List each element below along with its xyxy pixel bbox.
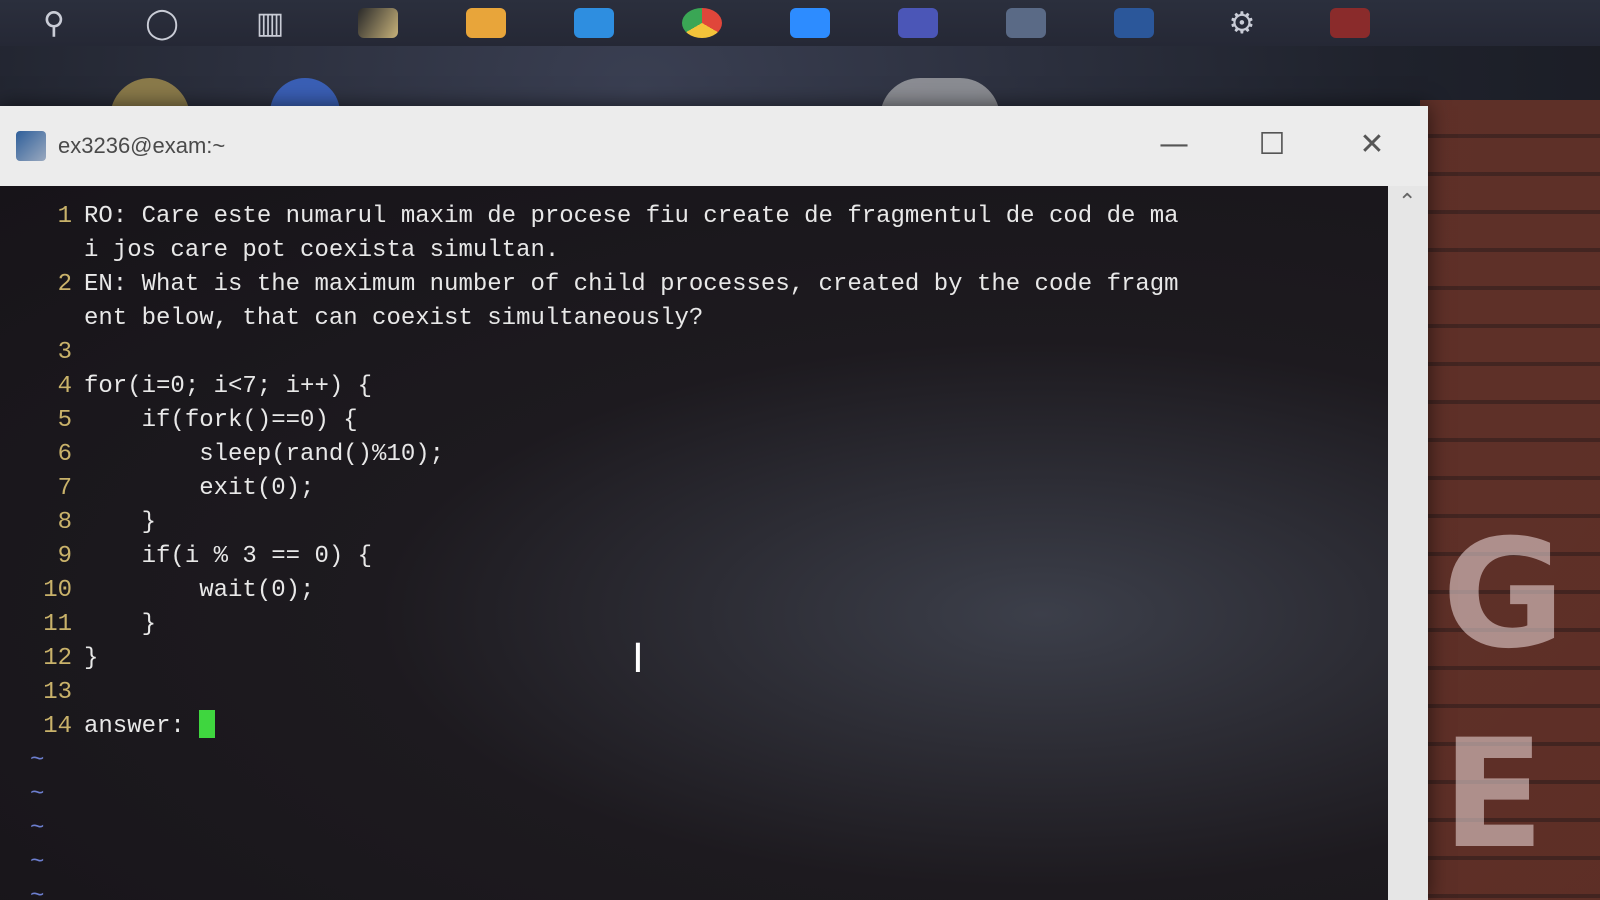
terminal-line: 7 exit(0); bbox=[30, 472, 1380, 506]
line-number bbox=[30, 234, 72, 268]
line-number: 11 bbox=[43, 611, 72, 638]
putty-icon bbox=[16, 131, 46, 161]
neon-sign-decoration: G bbox=[1442, 508, 1566, 682]
close-button[interactable]: ✕ bbox=[1344, 122, 1400, 166]
terminal-line: 2 EN: What is the maximum number of child… bbox=[30, 268, 1380, 302]
line-text: i jos care pot coexista simultan. bbox=[84, 237, 560, 264]
line-number bbox=[30, 302, 72, 336]
line-number: 10 bbox=[43, 577, 72, 604]
scroll-up-arrow-icon[interactable]: ⌃ bbox=[1398, 190, 1416, 215]
tilde-marker: ~ bbox=[30, 815, 45, 842]
terminal-window: ex3236@exam:~ — ☐ ✕ 1 RO: Care este numar… bbox=[0, 106, 1428, 900]
terminal-line: 8 } bbox=[30, 506, 1380, 540]
terminal-line: 10 wait(0); bbox=[30, 574, 1380, 608]
empty-line-tilde: ~ bbox=[30, 846, 1380, 880]
tilde-marker: ~ bbox=[30, 747, 45, 774]
line-number: 6 bbox=[57, 441, 72, 468]
line-number: 8 bbox=[57, 509, 72, 536]
taskbar: ⚲ ◯ ▥ ⚙ bbox=[0, 0, 1600, 46]
line-text: exit(0); bbox=[84, 475, 315, 502]
line-number: 5 bbox=[57, 407, 72, 434]
line-text: answer: bbox=[84, 713, 200, 740]
neon-sign-decoration-2: E bbox=[1442, 708, 1545, 882]
line-text: ent below, that can coexist simultaneous… bbox=[84, 305, 704, 332]
title-bar[interactable]: ex3236@exam:~ — ☐ ✕ bbox=[0, 106, 1428, 186]
line-text: wait(0); bbox=[84, 577, 315, 604]
outlook-icon[interactable] bbox=[540, 0, 648, 46]
line-text: } bbox=[84, 645, 99, 672]
line-text: } bbox=[84, 509, 157, 536]
terminal-line: 5 if(fork()==0) { bbox=[30, 404, 1380, 438]
file-explorer-icon[interactable] bbox=[432, 0, 540, 46]
input-cursor[interactable] bbox=[199, 710, 216, 738]
search-icon[interactable]: ⚲ bbox=[0, 0, 108, 46]
task-view-icon[interactable]: ▥ bbox=[216, 0, 324, 46]
terminal-line: 4 for(i=0; i<7; i++) { bbox=[30, 370, 1380, 404]
line-text: if(i % 3 == 0) { bbox=[84, 543, 373, 570]
empty-line-tilde: ~ bbox=[30, 880, 1380, 900]
settings-icon[interactable]: ⚙ bbox=[1188, 0, 1296, 46]
terminal-line: 13 bbox=[30, 676, 1380, 710]
terminal-line: 11 } bbox=[30, 608, 1380, 642]
line-number: 12 bbox=[43, 645, 72, 672]
terminal-content: 1 RO: Care este numarul maxim de procese … bbox=[30, 200, 1380, 900]
terminal-area[interactable]: 1 RO: Care este numarul maxim de procese … bbox=[0, 186, 1388, 900]
line-text: EN: What is the maximum number of child … bbox=[84, 271, 1179, 298]
teams-icon[interactable] bbox=[864, 0, 972, 46]
tilde-marker: ~ bbox=[30, 849, 45, 876]
line-text: if(fork()==0) { bbox=[84, 407, 358, 434]
window-title: ex3236@exam:~ bbox=[58, 133, 226, 158]
terminal-line: 6 sleep(rand()%10); bbox=[30, 438, 1380, 472]
empty-line-tilde: ~ bbox=[30, 812, 1380, 846]
line-number: 14 bbox=[43, 713, 72, 740]
line-number: 2 bbox=[57, 271, 72, 298]
terminal-line: 14 answer: bbox=[30, 710, 1380, 744]
tilde-marker: ~ bbox=[30, 883, 45, 900]
maximize-button[interactable]: ☐ bbox=[1244, 122, 1300, 166]
line-number: 9 bbox=[57, 543, 72, 570]
line-number: 3 bbox=[57, 339, 72, 366]
minimize-button[interactable]: — bbox=[1146, 122, 1202, 166]
line-text: for(i=0; i<7; i++) { bbox=[84, 373, 373, 400]
line-text: sleep(rand()%10); bbox=[84, 441, 445, 468]
app-icon-2[interactable] bbox=[1296, 0, 1404, 46]
terminal-line: 1 RO: Care este numarul maxim de procese … bbox=[30, 200, 1380, 234]
terminal-line: 3 bbox=[30, 336, 1380, 370]
chrome-icon[interactable] bbox=[648, 0, 756, 46]
terminal-line: i jos care pot coexista simultan. bbox=[30, 234, 1380, 268]
line-number: 7 bbox=[57, 475, 72, 502]
cortana-icon[interactable]: ◯ bbox=[108, 0, 216, 46]
network-icon[interactable] bbox=[972, 0, 1080, 46]
line-text: } bbox=[84, 611, 157, 638]
empty-line-tilde: ~ bbox=[30, 778, 1380, 812]
tilde-marker: ~ bbox=[30, 781, 45, 808]
line-number: 4 bbox=[57, 373, 72, 400]
text-cursor-icon: I bbox=[632, 636, 644, 682]
line-number: 1 bbox=[57, 203, 72, 230]
line-number: 13 bbox=[43, 679, 72, 706]
word-icon[interactable] bbox=[1080, 0, 1188, 46]
terminal-line: 9 if(i % 3 == 0) { bbox=[30, 540, 1380, 574]
terminal-line: ent below, that can coexist simultaneous… bbox=[30, 302, 1380, 336]
terminal-line: 12} bbox=[30, 642, 1380, 676]
scrollbar[interactable]: ⌃ bbox=[1388, 186, 1428, 900]
empty-line-tilde: ~ bbox=[30, 744, 1380, 778]
line-text: RO: Care este numarul maxim de procese f… bbox=[84, 203, 1179, 230]
zoom-icon[interactable] bbox=[756, 0, 864, 46]
app-icon[interactable] bbox=[324, 0, 432, 46]
